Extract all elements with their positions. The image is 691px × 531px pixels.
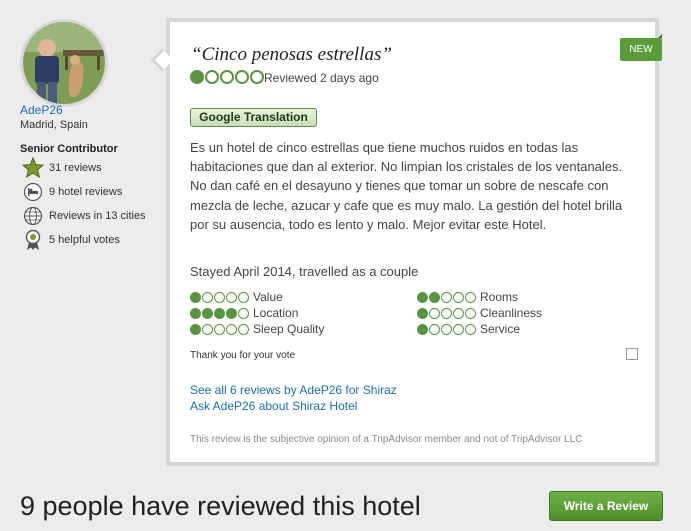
reviewer-username[interactable]: AdeP26 bbox=[20, 103, 63, 117]
star-badge-icon bbox=[22, 157, 44, 179]
rating-bubbles bbox=[417, 323, 476, 335]
bubble-empty bbox=[453, 291, 464, 303]
bubble-empty bbox=[214, 323, 225, 335]
stat-cities: Reviews in 13 cities bbox=[22, 205, 146, 227]
vote-thanks-text: Thank you for your vote bbox=[190, 350, 296, 361]
rating-label: Value bbox=[253, 290, 283, 304]
rating-label: Service bbox=[480, 322, 521, 336]
see-all-reviews-link[interactable]: See all 6 reviews by AdeP26 for Shiraz bbox=[190, 383, 397, 397]
rating-bubbles bbox=[190, 307, 249, 319]
reviewer-avatar[interactable] bbox=[20, 19, 108, 107]
rating-bubbles bbox=[417, 307, 476, 319]
bubble-empty bbox=[238, 323, 249, 335]
bubble-filled bbox=[190, 291, 201, 303]
rating-value: Value bbox=[190, 290, 283, 304]
bubble-empty bbox=[429, 307, 440, 319]
stat-text: 31 reviews bbox=[49, 162, 102, 174]
rating-bubbles bbox=[417, 291, 476, 303]
bubble-empty bbox=[441, 291, 452, 303]
bubble-filled bbox=[190, 307, 201, 319]
bubble-empty bbox=[465, 291, 476, 303]
ask-reviewer-link[interactable]: Ask AdeP26 about Shiraz Hotel bbox=[190, 399, 357, 413]
stat-text: 9 hotel reviews bbox=[49, 186, 123, 198]
rating-location: Location bbox=[190, 306, 298, 320]
review-title[interactable]: “Cinco penosas estrellas” bbox=[191, 44, 392, 66]
bubble-filled bbox=[190, 70, 204, 84]
rating-label: Location bbox=[253, 306, 299, 320]
bubble-filled bbox=[190, 323, 201, 335]
bubble-empty bbox=[453, 307, 464, 319]
stat-helpful-votes: 5 helpful votes bbox=[22, 229, 120, 251]
write-review-button[interactable]: Write a Review bbox=[549, 491, 663, 521]
stat-text: Reviews in 13 cities bbox=[49, 210, 146, 222]
google-translation-button[interactable]: Google Translation bbox=[190, 108, 317, 127]
globe-icon bbox=[22, 205, 44, 227]
rating-rooms: Rooms bbox=[417, 290, 518, 304]
bubble-filled bbox=[429, 291, 440, 303]
rating-bubbles bbox=[190, 291, 249, 303]
reviewer-level: Senior Contributor bbox=[20, 143, 118, 155]
bubble-empty bbox=[441, 307, 452, 319]
bubble-filled bbox=[417, 323, 428, 335]
bubble-empty bbox=[429, 323, 440, 335]
bubble-empty bbox=[465, 307, 476, 319]
bubble-filled bbox=[214, 307, 225, 319]
bubble-empty bbox=[250, 70, 264, 84]
review-body: Es un hotel de cinco estrellas que tiene… bbox=[190, 140, 623, 232]
bubble-empty bbox=[220, 70, 234, 84]
stat-reviews: 31 reviews bbox=[22, 157, 102, 179]
bubble-empty bbox=[214, 291, 225, 303]
bubble-empty bbox=[226, 291, 237, 303]
hotel-bed-icon bbox=[22, 181, 44, 203]
bubble-empty bbox=[453, 323, 464, 335]
overall-rating-bubbles bbox=[190, 70, 264, 84]
stay-info: Stayed April 2014, travelled as a couple bbox=[190, 264, 419, 279]
stat-hotel-reviews: 9 hotel reviews bbox=[22, 181, 122, 203]
reviewer-location: Madrid, Spain bbox=[20, 119, 88, 131]
bubble-empty bbox=[238, 291, 249, 303]
bubble-empty bbox=[465, 323, 476, 335]
bubble-empty bbox=[202, 323, 213, 335]
vote-checkbox[interactable] bbox=[626, 348, 638, 360]
bubble-filled bbox=[226, 307, 237, 319]
bubble-empty bbox=[441, 323, 452, 335]
bubble-empty bbox=[235, 70, 249, 84]
bubble-empty bbox=[238, 307, 249, 319]
bubble-empty bbox=[226, 323, 237, 335]
helpful-ribbon-icon bbox=[22, 229, 44, 251]
rating-sleep-quality: Sleep Quality bbox=[190, 322, 324, 336]
bubble-empty bbox=[205, 70, 219, 84]
bubble-empty bbox=[202, 291, 213, 303]
bubble-filled bbox=[417, 291, 428, 303]
review-disclaimer: This review is the subjective opinion of… bbox=[190, 434, 583, 445]
new-badge: NEW bbox=[620, 34, 662, 61]
reviews-count-heading: 9 people have reviewed this hotel bbox=[20, 491, 421, 521]
rating-cleanliness: Cleanliness bbox=[417, 306, 542, 320]
bubble-filled bbox=[202, 307, 213, 319]
rating-label: Cleanliness bbox=[480, 306, 543, 320]
rating-bubbles bbox=[190, 323, 249, 335]
bubble-filled bbox=[417, 307, 428, 319]
rating-service: Service bbox=[417, 322, 520, 336]
stat-text: 5 helpful votes bbox=[49, 234, 120, 246]
rating-label: Rooms bbox=[480, 290, 519, 304]
review-date: Reviewed 2 days ago bbox=[264, 71, 379, 85]
rating-label: Sleep Quality bbox=[253, 322, 325, 336]
